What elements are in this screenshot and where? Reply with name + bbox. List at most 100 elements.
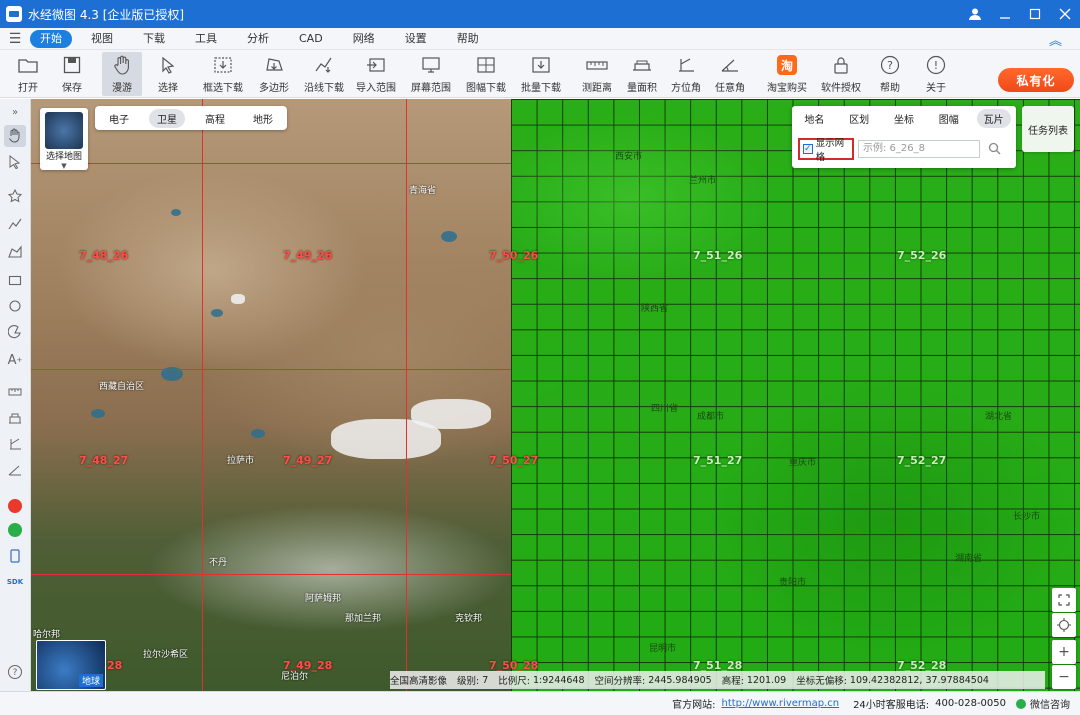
polyline-tool-icon[interactable]	[4, 213, 26, 235]
box-download-button[interactable]: 框选下载	[200, 52, 246, 96]
screen-range-button[interactable]: 屏幕范围	[408, 52, 454, 96]
tab-sheet[interactable]: 图幅	[932, 109, 966, 128]
help-icon: ?	[879, 54, 901, 76]
select-button[interactable]: 选择	[152, 52, 184, 96]
import-range-icon	[365, 54, 387, 76]
place-label: 尼泊尔	[281, 672, 309, 682]
grid-line	[202, 99, 203, 691]
select-tool-icon[interactable]	[4, 151, 26, 173]
collapse-ribbon-icon[interactable]: ︽	[1049, 30, 1062, 49]
tile-label: 7_49_26	[283, 249, 333, 262]
pan-tool-icon[interactable]	[4, 125, 26, 147]
ruler-tool-icon[interactable]	[4, 381, 26, 403]
sector-tool-icon[interactable]	[4, 321, 26, 343]
user-icon[interactable]	[960, 0, 990, 28]
fullscreen-icon[interactable]	[1052, 588, 1076, 612]
grid-line	[31, 574, 511, 575]
menu-item-tools[interactable]: 工具	[184, 30, 228, 48]
official-site-link[interactable]: http://www.rivermap.cn	[722, 698, 840, 709]
pan-button[interactable]: 漫游	[102, 52, 142, 96]
save-button[interactable]: 保存	[56, 52, 88, 96]
tab-terrain[interactable]: 地形	[245, 109, 281, 128]
azimuth-tool-icon[interactable]	[4, 433, 26, 455]
menu-item-cad[interactable]: CAD	[288, 30, 334, 48]
angle-icon	[719, 54, 741, 76]
taobao-buy-button[interactable]: 淘 淘宝购买	[764, 52, 810, 96]
import-range-button[interactable]: 导入范围	[354, 52, 398, 96]
area-tool-icon[interactable]	[4, 241, 26, 263]
show-grid-checkbox[interactable]: ✓ 显示网格	[798, 138, 854, 163]
batch-download-icon	[530, 54, 552, 76]
menu-item-network[interactable]: 网络	[342, 30, 386, 48]
expand-panel-icon[interactable]: »	[4, 101, 26, 123]
menu-item-settings[interactable]: 设置	[394, 30, 438, 48]
polygon-button[interactable]: 多边形	[254, 52, 294, 96]
license-icon	[830, 54, 852, 76]
tab-district[interactable]: 区划	[842, 109, 876, 128]
wechat-consult-link[interactable]: 微信咨询	[1030, 696, 1070, 711]
tab-coordinate[interactable]: 坐标	[887, 109, 921, 128]
mobile-icon[interactable]	[4, 545, 26, 567]
map-view[interactable]: 7_48_26 7_49_26 7_50_26 7_51_26 7_52_26 …	[31, 99, 1080, 691]
license-button[interactable]: 软件授权	[818, 52, 864, 96]
task-list-button[interactable]: 任务列表	[1022, 106, 1074, 152]
weibo-icon[interactable]	[4, 495, 26, 517]
zoom-in-button[interactable]: +	[1052, 640, 1076, 664]
grid-line	[31, 163, 511, 164]
left-tool-strip: » A + SDK ?	[0, 99, 31, 691]
tab-tile[interactable]: 瓦片	[976, 108, 1011, 128]
menu-item-download[interactable]: 下载	[132, 30, 176, 48]
private-deploy-button[interactable]: 私有化	[998, 68, 1074, 92]
zoom-out-button[interactable]: −	[1052, 665, 1076, 689]
tab-vector[interactable]: 电子	[101, 109, 137, 128]
sdk-icon[interactable]: SDK	[4, 571, 26, 593]
grid-line	[406, 99, 407, 691]
ruler-icon	[586, 54, 608, 76]
menu-item-help[interactable]: 帮助	[446, 30, 490, 48]
tile-label: 7_49_27	[283, 454, 333, 467]
circle-tool-icon[interactable]	[4, 295, 26, 317]
svg-text:?: ?	[887, 59, 893, 72]
pin-tool-icon[interactable]	[4, 185, 26, 207]
sheet-download-button[interactable]: 图幅下载	[462, 52, 510, 96]
area-measure-tool-icon[interactable]	[4, 407, 26, 429]
angle-tool-icon[interactable]	[4, 459, 26, 481]
rectangle-tool-icon[interactable]	[4, 269, 26, 291]
map-source-selector[interactable]: 选择地图 ▼	[40, 108, 88, 170]
snow	[231, 294, 245, 304]
grid-line	[31, 369, 511, 370]
menu-item-start[interactable]: 开始	[30, 29, 72, 48]
text-tool-icon[interactable]: A +	[4, 349, 26, 371]
help-tool-icon[interactable]: ?	[4, 661, 26, 683]
azimuth-button[interactable]: 方位角	[668, 52, 704, 96]
measure-distance-button[interactable]: 测距离	[574, 52, 620, 96]
menu-item-view[interactable]: 视图	[80, 30, 124, 48]
any-angle-button[interactable]: 任意角	[712, 52, 748, 96]
open-button[interactable]: 打开	[12, 52, 44, 96]
tab-place-name[interactable]: 地名	[797, 109, 831, 128]
close-button[interactable]	[1050, 0, 1080, 28]
wechat-icon[interactable]	[4, 519, 26, 541]
measure-area-button[interactable]: 量面积	[624, 52, 660, 96]
globe-view-button[interactable]: 地球	[36, 640, 106, 690]
about-button[interactable]: ! 关于	[920, 52, 952, 96]
tile-label: 7_48_26	[79, 249, 129, 262]
place-label: 西藏自治区	[99, 382, 145, 392]
imagery-source: 全国高清影像	[390, 676, 448, 687]
menu-item-analysis[interactable]: 分析	[236, 30, 280, 48]
hamburger-menu-icon[interactable]: ☰	[0, 31, 30, 47]
locate-icon[interactable]	[1052, 613, 1076, 637]
lake	[91, 409, 105, 418]
search-icon[interactable]	[988, 142, 1001, 158]
minimize-button[interactable]	[990, 0, 1020, 28]
area-icon	[631, 54, 653, 76]
place-label: 昆明市	[649, 644, 677, 654]
checkmark-icon: ✓	[803, 144, 813, 154]
tile-search-input[interactable]: 示例: 6_26_8	[858, 140, 980, 158]
line-download-button[interactable]: 沿线下载	[302, 52, 346, 96]
help-button[interactable]: ? 帮助	[874, 52, 906, 96]
batch-download-button[interactable]: 批量下载	[518, 52, 564, 96]
tab-elevation[interactable]: 高程	[197, 109, 233, 128]
maximize-button[interactable]	[1020, 0, 1050, 28]
tab-satellite[interactable]: 卫星	[149, 108, 185, 128]
